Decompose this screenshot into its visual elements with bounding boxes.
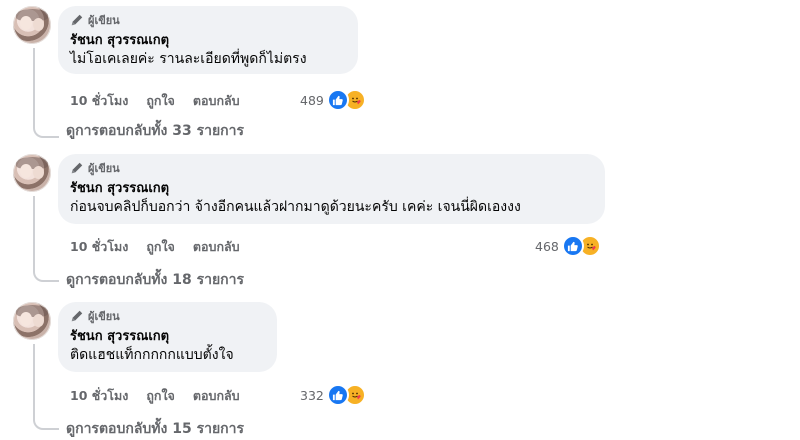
comment-actions: 10 ชั่วโมง ถูกใจ ตอบกลับ [70, 92, 258, 110]
comment-text: ก่อนจบคลิปก็บอกว่า จ้างอีกคนแล้วฝากมาดูด… [70, 199, 521, 215]
comment-bubble: ผู้เขียน รัชนก สุวรรณเกตุ ติดแฮชแท็กกกกก… [58, 302, 277, 372]
reaction-summary[interactable]: 468 [535, 235, 601, 257]
comment-text: ติดแฮชแท็กกกกกแบบตั้งใจ [70, 347, 234, 363]
view-replies-link[interactable]: ดูการตอบกลับทั้ง 15 รายการ [66, 418, 244, 440]
reaction-summary[interactable]: 332 [300, 384, 366, 406]
reaction-count: 332 [300, 387, 324, 403]
avatar[interactable] [13, 302, 51, 340]
comment-author[interactable]: รัชนก สุวรรณเกตุ [70, 32, 346, 49]
view-replies-link[interactable]: ดูการตอบกลับทั้ง 33 รายการ [66, 120, 244, 142]
like-button[interactable]: ถูกใจ [146, 386, 175, 406]
avatar[interactable] [13, 6, 51, 44]
pen-icon [71, 310, 83, 322]
comment-author[interactable]: รัชนก สุวรรณเกตุ [70, 180, 593, 197]
reaction-count: 489 [300, 92, 324, 108]
author-badge-label: ผู้เขียน [88, 162, 120, 175]
author-badge: ผู้เขียน [70, 308, 265, 324]
reply-button[interactable]: ตอบกลับ [193, 91, 240, 111]
like-button[interactable]: ถูกใจ [146, 91, 175, 111]
avatar[interactable] [13, 154, 51, 192]
comment-time[interactable]: 10 ชั่วโมง [70, 91, 128, 111]
reply-button[interactable]: ตอบกลับ [193, 237, 240, 257]
comment-author[interactable]: รัชนก สุวรรณเกตุ [70, 328, 265, 345]
reaction-count: 468 [535, 238, 559, 254]
comment-time[interactable]: 10 ชั่วโมง [70, 237, 128, 257]
comment-bubble: ผู้เขียน รัชนก สุวรรณเกตุ ก่อนจบคลิปก็บอ… [58, 154, 605, 224]
author-badge: ผู้เขียน [70, 160, 593, 176]
view-replies-link[interactable]: ดูการตอบกลับทั้ง 18 รายการ [66, 269, 244, 291]
comment-actions: 10 ชั่วโมง ถูกใจ ตอบกลับ [70, 238, 258, 256]
comment-time[interactable]: 10 ชั่วโมง [70, 386, 128, 406]
thread-connector [33, 196, 59, 282]
reaction-summary[interactable]: 489 [300, 89, 366, 111]
author-badge: ผู้เขียน [70, 12, 346, 28]
reply-button[interactable]: ตอบกลับ [193, 386, 240, 406]
comment-text: ไม่โอเคเลยค่ะ รานละเอียดที่พูดก็ไม่ตรง [70, 51, 307, 67]
author-badge-label: ผู้เขียน [88, 310, 120, 323]
thread-connector [33, 344, 59, 430]
comment-actions: 10 ชั่วโมง ถูกใจ ตอบกลับ [70, 387, 258, 405]
author-badge-label: ผู้เขียน [88, 14, 120, 27]
pen-icon [71, 14, 83, 26]
like-icon [561, 235, 584, 257]
thread-connector [33, 48, 59, 138]
like-icon [326, 384, 349, 406]
comment-bubble: ผู้เขียน รัชนก สุวรรณเกตุ ไม่โอเคเลยค่ะ … [58, 6, 358, 74]
pen-icon [71, 162, 83, 174]
like-button[interactable]: ถูกใจ [146, 237, 175, 257]
like-icon [326, 89, 349, 111]
